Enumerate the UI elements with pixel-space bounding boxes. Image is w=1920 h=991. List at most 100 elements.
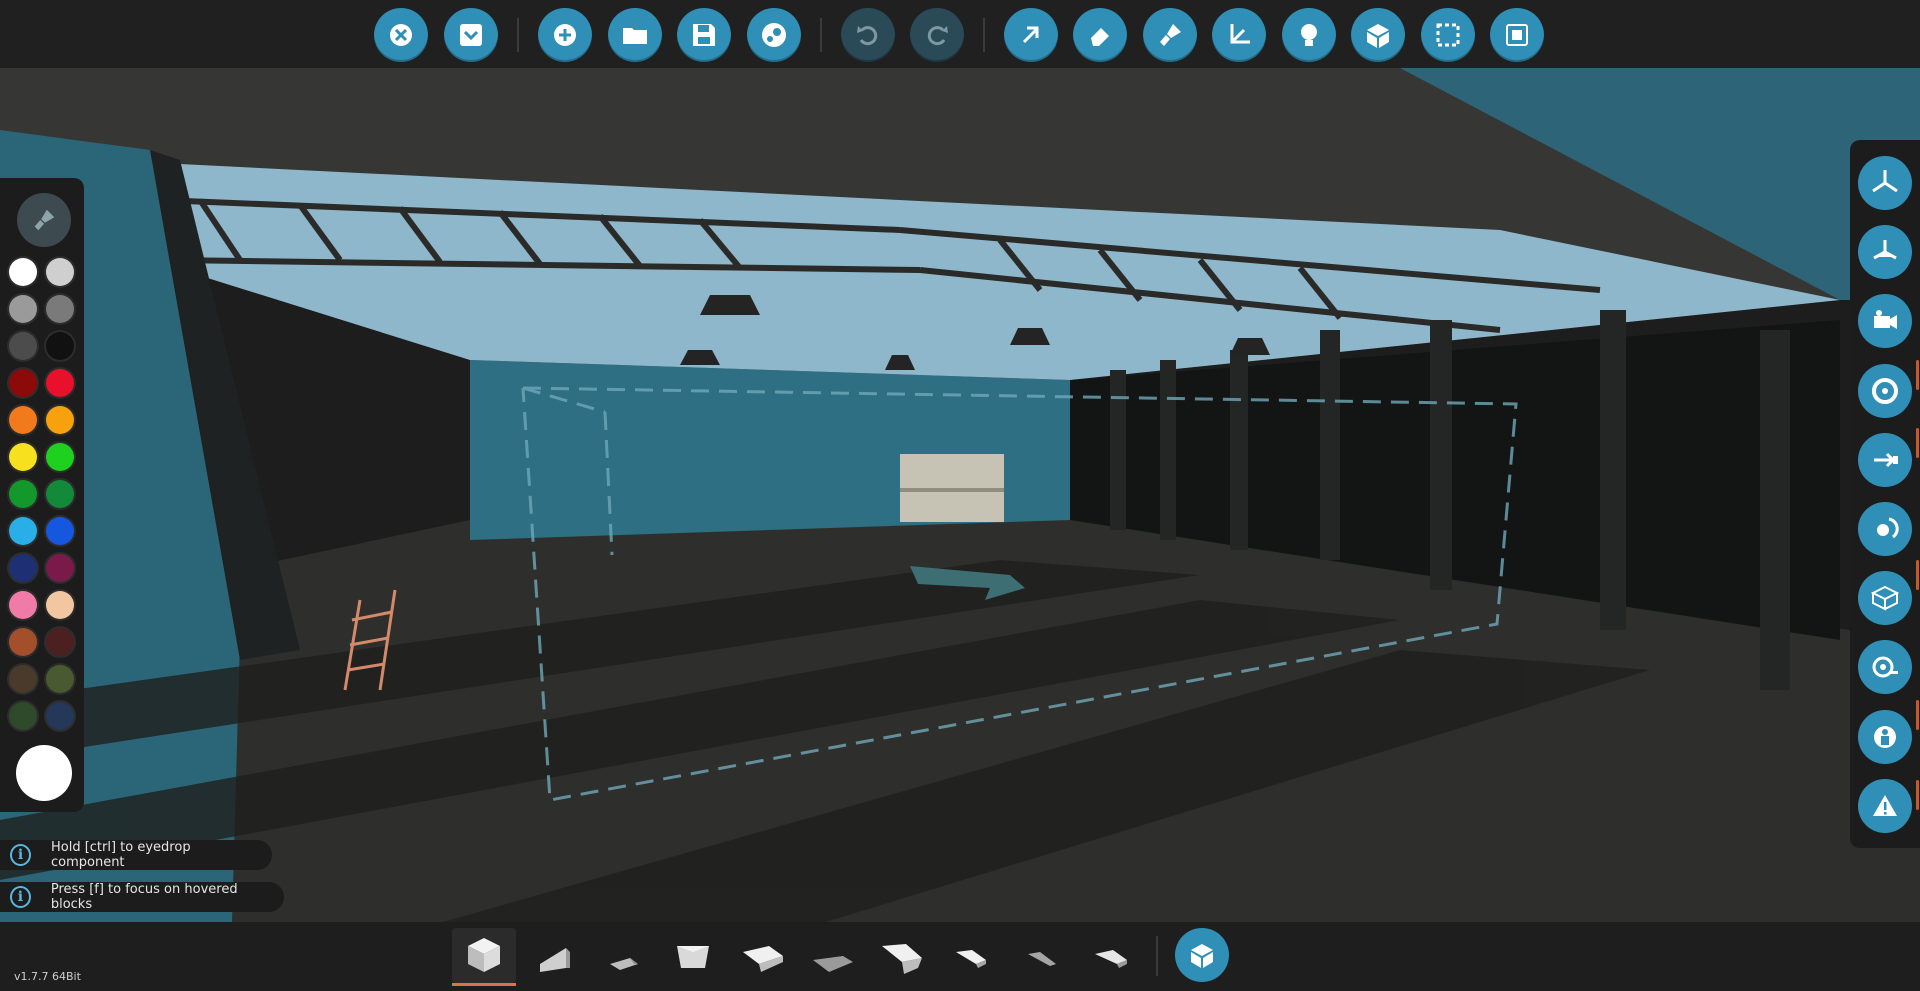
lights-button[interactable]: [1282, 8, 1336, 62]
color-swatch[interactable]: [46, 628, 74, 656]
select-cursor-icon: [1022, 26, 1039, 44]
paint-brush-icon: [1160, 24, 1181, 46]
color-swatch[interactable]: [9, 332, 37, 360]
warnings-category-button[interactable]: [1858, 779, 1912, 833]
eraser-icon: [1091, 28, 1109, 46]
color-swatch[interactable]: [9, 554, 37, 582]
block-slot-narrow-slope[interactable]: [1079, 928, 1143, 984]
close-button[interactable]: [374, 8, 428, 62]
paint-tool-button[interactable]: [1143, 8, 1197, 62]
color-swatch[interactable]: [9, 591, 37, 619]
hint-text: Press [f] to focus on hovered blocks: [50, 882, 238, 912]
lightbulb-icon: [1301, 24, 1317, 46]
box-icon: [1870, 585, 1900, 611]
3d-viewport[interactable]: [0, 0, 1920, 991]
color-swatch[interactable]: [9, 443, 37, 471]
wheels-category-button[interactable]: [1858, 364, 1912, 418]
block-slot-cube[interactable]: [452, 928, 516, 986]
sensors-category-button[interactable]: [1858, 640, 1912, 694]
toolbar-divider: [517, 18, 519, 52]
color-swatch[interactable]: [46, 591, 74, 619]
scroll-marker: [1916, 700, 1919, 730]
color-palette: [0, 178, 84, 812]
block-slot-thin-slope[interactable]: [1010, 928, 1074, 984]
microprocessor-button[interactable]: [1490, 8, 1544, 62]
selection-box-icon: [1436, 23, 1460, 47]
scroll-marker: [1916, 360, 1919, 390]
rotors-category-button[interactable]: [1858, 225, 1912, 279]
color-swatch[interactable]: [9, 258, 37, 286]
open-folder-icon: [623, 28, 647, 44]
eyedropper-paint-button[interactable]: [17, 193, 71, 247]
rotor-icon: [1873, 240, 1897, 260]
color-swatch[interactable]: [46, 665, 74, 693]
color-swatch[interactable]: [9, 517, 37, 545]
block-slot-long-wedge[interactable]: [870, 928, 934, 984]
color-swatch[interactable]: [46, 258, 74, 286]
inverted-wedge-block-icon: [677, 946, 709, 968]
color-swatch[interactable]: [9, 369, 37, 397]
scroll-marker: [1916, 428, 1919, 458]
block-slot-flat-wedge[interactable]: [801, 928, 865, 984]
block-inventory-button[interactable]: [1175, 928, 1229, 982]
save-button[interactable]: [677, 8, 731, 62]
move-axes-icon: [1230, 24, 1250, 44]
color-swatch[interactable]: [46, 295, 74, 323]
seats-category-button[interactable]: [1858, 710, 1912, 764]
steam-workshop-icon: [762, 23, 786, 47]
propeller-icon: [1872, 170, 1898, 193]
wheel-icon: [1872, 378, 1898, 404]
propellers-category-button[interactable]: [1858, 156, 1912, 210]
color-swatch[interactable]: [46, 406, 74, 434]
hotbar-divider: [1156, 936, 1158, 976]
block-slot-wedge[interactable]: [522, 928, 586, 984]
info-icon: i: [10, 886, 31, 908]
select-tool-button[interactable]: [1004, 8, 1058, 62]
version-label: v1.7.7 64Bit: [14, 970, 81, 983]
tape-measure-icon: [1872, 656, 1898, 678]
new-vehicle-button[interactable]: [538, 8, 592, 62]
storage-category-button[interactable]: [1858, 571, 1912, 625]
color-swatch[interactable]: [46, 517, 74, 545]
color-swatch[interactable]: [46, 480, 74, 508]
blocks-button[interactable]: [1351, 8, 1405, 62]
cameras-category-button[interactable]: [1858, 294, 1912, 348]
connectors-category-button[interactable]: [1858, 433, 1912, 487]
color-swatch[interactable]: [9, 628, 37, 656]
move-tool-button[interactable]: [1212, 8, 1266, 62]
cube-block-icon: [468, 938, 500, 972]
selection-box-button[interactable]: [1421, 8, 1475, 62]
color-swatch[interactable]: [9, 295, 37, 323]
color-swatch[interactable]: [46, 332, 74, 360]
color-swatch[interactable]: [46, 702, 74, 730]
color-swatch[interactable]: [46, 554, 74, 582]
slope-block-icon: [956, 950, 986, 968]
wedge-block-icon: [540, 948, 570, 972]
toolbar-divider: [983, 18, 985, 52]
save-icon: [693, 24, 715, 46]
collapse-menu-button[interactable]: [444, 8, 498, 62]
color-swatch[interactable]: [46, 369, 74, 397]
hint-eyedrop: i Hold [ctrl] to eyedrop component: [0, 840, 272, 870]
info-icon: i: [10, 844, 31, 866]
camera-icon: [1874, 310, 1897, 329]
block-slot-slope[interactable]: [940, 928, 1004, 984]
color-swatch[interactable]: [9, 702, 37, 730]
block-slot-large-wedge[interactable]: [731, 928, 795, 984]
redo-button[interactable]: [910, 8, 964, 62]
undo-button[interactable]: [841, 8, 895, 62]
color-swatch[interactable]: [9, 406, 37, 434]
color-swatch[interactable]: [9, 480, 37, 508]
eraser-tool-button[interactable]: [1073, 8, 1127, 62]
selected-color-preview[interactable]: [16, 745, 72, 801]
color-swatch[interactable]: [9, 665, 37, 693]
new-vehicle-icon: [554, 24, 576, 46]
warning-icon: [1873, 795, 1897, 816]
steam-workshop-button[interactable]: [747, 8, 801, 62]
color-swatch[interactable]: [46, 443, 74, 471]
mechanics-category-button[interactable]: [1858, 502, 1912, 556]
open-button[interactable]: [608, 8, 662, 62]
thin-slope-block-icon: [1028, 952, 1056, 966]
block-slot-inverted-wedge[interactable]: [661, 928, 725, 984]
block-slot-pyramid[interactable]: [592, 928, 656, 984]
